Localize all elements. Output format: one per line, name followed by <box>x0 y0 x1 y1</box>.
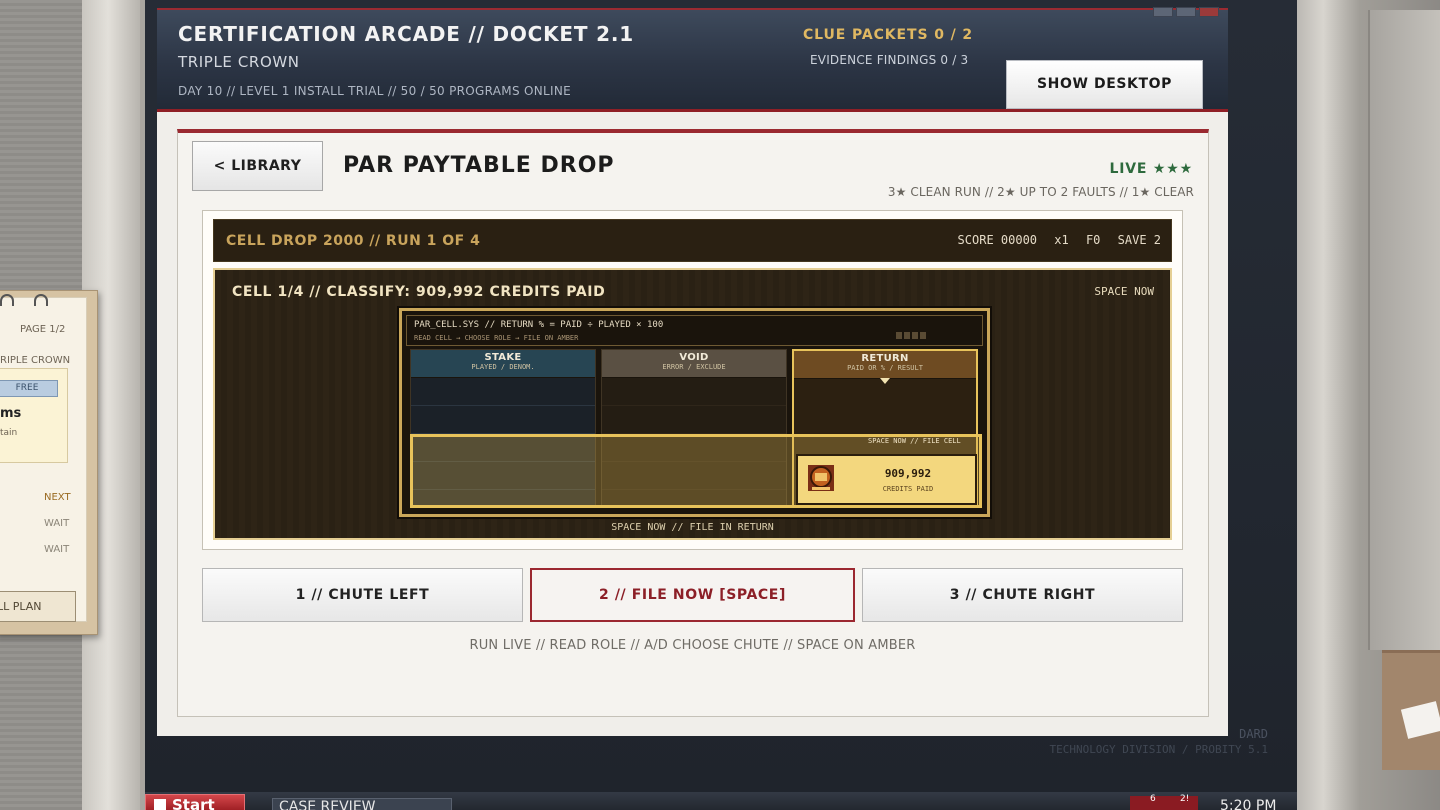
chute-name: RETURN <box>861 353 909 364</box>
clipboard-item-title: ms <box>0 406 22 421</box>
chute-desc: ERROR / EXCLUDE <box>662 363 726 371</box>
ring-binder-icon <box>0 294 14 306</box>
clipboard-item-sub: tain <box>0 428 18 438</box>
file-cell-label: SPACE NOW // FILE CELL <box>868 437 961 445</box>
cartridge-unit: CREDITS PAID <box>882 485 934 493</box>
file-now-button[interactable]: 2 // FILE NOW [SPACE] <box>530 568 855 622</box>
terminal-header: PAR_CELL.SYS // RETURN % = PAID ÷ PLAYED… <box>406 315 983 346</box>
app-title: CERTIFICATION ARCADE // DOCKET 2.1 <box>178 22 634 46</box>
score-readout: SCORE 00000 <box>957 233 1038 247</box>
start-button[interactable]: Start <box>145 794 245 810</box>
coin-seal-icon <box>808 465 834 491</box>
run-label: CELL DROP 2000 // RUN 1 OF 4 <box>226 233 481 249</box>
clipboard-row-status: NEXT <box>44 492 71 503</box>
stake-chute-header: STAKE PLAYED / DENOM. <box>411 350 595 377</box>
clipboard-sheet: PAGE 1/2 RIPLE CROWN FREE ms tain NEXT W… <box>0 294 87 622</box>
window-controls <box>1153 2 1222 17</box>
signal-dots-icon <box>894 324 926 343</box>
chute-right-button[interactable]: 3 // CHUTE RIGHT <box>862 568 1183 622</box>
start-label: Start <box>172 796 215 810</box>
monitor-branding: DARD TECHNOLOGY DIVISION / PROBITY 5.1 <box>1049 727 1268 756</box>
cartridge-value: 909,992 <box>884 467 932 480</box>
app-header: CERTIFICATION ARCADE // DOCKET 2.1 TRIPL… <box>157 7 1228 112</box>
tray-badge: 2! <box>1180 794 1190 804</box>
chute-name: STAKE <box>484 352 522 363</box>
game-frame: CELL DROP 2000 // RUN 1 OF 4 SCORE 00000… <box>202 210 1183 550</box>
evidence-findings-counter: EVIDENCE FINDINGS 0 / 3 <box>810 53 969 67</box>
rating-legend: 3★ CLEAN RUN // 2★ UP TO 2 FAULTS // 1★ … <box>887 185 1194 199</box>
game-hud: CELL DROP 2000 // RUN 1 OF 4 SCORE 00000… <box>213 219 1172 262</box>
controls-hint: RUN LIVE // READ ROLE // A/D CHOOSE CHUT… <box>469 638 916 653</box>
live-rating: LIVE ★★★ <box>1109 161 1193 177</box>
hud-stats: SCORE 00000 x1 F0 SAVE 2 <box>948 233 1161 247</box>
void-chute-header: VOID ERROR / EXCLUDE <box>602 350 786 377</box>
chute-name: VOID <box>679 352 709 363</box>
falling-cell-cartridge[interactable]: 909,992 CREDITS PAID <box>796 454 977 505</box>
windows-logo-icon <box>154 799 166 810</box>
minimize-icon[interactable] <box>1153 7 1173 17</box>
terminal-instructions: READ CELL → CHOOSE ROLE → FILE ON AMBER <box>414 334 579 342</box>
system-tray[interactable]: 6 2! <box>1130 794 1198 810</box>
brand-line-2: TECHNOLOGY DIVISION / PROBITY 5.1 <box>1049 743 1268 756</box>
selected-chute-caret-icon <box>880 378 890 384</box>
par-cell-terminal: PAR_CELL.SYS // RETURN % = PAID ÷ PLAYED… <box>399 308 990 517</box>
space-prompt: SPACE NOW <box>1094 285 1154 298</box>
taskbar-item-case-review[interactable]: CASE REVIEW <box>272 798 452 810</box>
clipboard-page: PAGE 1/2 <box>20 324 66 335</box>
chute-desc: PLAYED / DENOM. <box>471 363 535 371</box>
return-chute-header: RETURN PAID OR % / RESULT <box>794 351 976 378</box>
maximize-icon[interactable] <box>1176 7 1196 17</box>
chute-left-button[interactable]: 1 // CHUTE LEFT <box>202 568 523 622</box>
full-plan-button[interactable]: LL PLAN <box>0 591 76 622</box>
ring-binder-icon <box>34 294 48 306</box>
action-bar: 1 // CHUTE LEFT 2 // FILE NOW [SPACE] 3 … <box>202 568 1183 624</box>
clipboard-row-status: WAIT <box>44 518 70 529</box>
clipboard-row-status: WAIT <box>44 544 70 555</box>
chute-desc: PAID OR % / RESULT <box>847 364 923 372</box>
clue-packets-counter: CLUE PACKETS 0 / 2 <box>803 27 974 43</box>
cell-prompt: CELL 1/4 // CLASSIFY: 909,992 CREDITS PA… <box>232 284 606 300</box>
fault-readout: F0 <box>1085 233 1101 247</box>
taskbar: Start CASE REVIEW 6 2! 5:20 PM <box>145 792 1297 810</box>
game-title: PAR PAYTABLE DROP <box>343 153 615 178</box>
filing-cabinet <box>1368 10 1440 650</box>
library-back-button[interactable]: < LIBRARY <box>192 141 323 191</box>
app-status-line: DAY 10 // LEVEL 1 INSTALL TRIAL // 50 / … <box>178 84 571 98</box>
show-desktop-button[interactable]: SHOW DESKTOP <box>1006 60 1203 109</box>
close-icon[interactable] <box>1199 7 1219 17</box>
clipboard-heading: RIPLE CROWN <box>0 355 71 366</box>
office-background-right <box>1294 0 1440 810</box>
clipboard-notes[interactable]: PAGE 1/2 RIPLE CROWN FREE ms tain NEXT W… <box>0 290 98 635</box>
multiplier-readout: x1 <box>1054 233 1069 247</box>
playfield[interactable]: CELL 1/4 // CLASSIFY: 909,992 CREDITS PA… <box>213 268 1172 540</box>
terminal-formula: PAR_CELL.SYS // RETURN % = PAID ÷ PLAYED… <box>414 320 664 330</box>
brand-line-1: DARD <box>1239 727 1268 741</box>
taskbar-clock: 5:20 PM <box>1220 798 1277 810</box>
clipboard-free-badge: FREE <box>0 380 58 397</box>
tray-badge: 6 <box>1150 794 1156 804</box>
playfield-bottom-prompt: SPACE NOW // FILE IN RETURN <box>611 522 774 533</box>
app-subtitle: TRIPLE CROWN <box>178 53 300 71</box>
game-card: < LIBRARY PAR PAYTABLE DROP LIVE ★★★ 3★ … <box>177 129 1209 717</box>
arcade-window: CERTIFICATION ARCADE // DOCKET 2.1 TRIPL… <box>157 7 1228 736</box>
save-readout: SAVE 2 <box>1117 233 1161 247</box>
